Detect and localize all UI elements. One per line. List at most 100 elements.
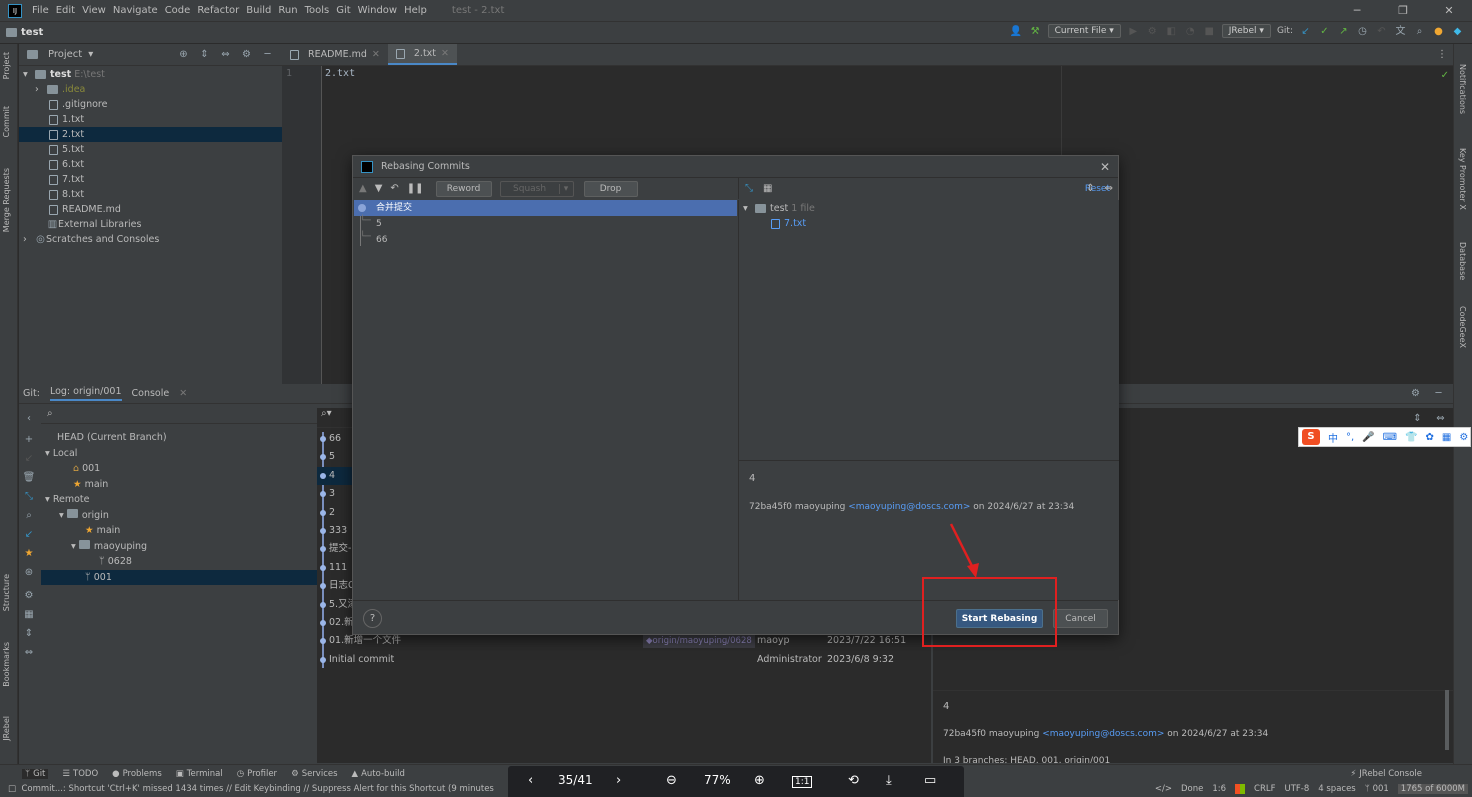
- expand-all-icon[interactable]: ⇕: [1411, 412, 1424, 425]
- tab-console[interactable]: Console: [132, 388, 170, 399]
- translate-icon[interactable]: 文: [1394, 25, 1407, 38]
- apps-grid-icon[interactable]: ▦: [1442, 432, 1451, 443]
- rollback-icon[interactable]: ↶: [1375, 25, 1388, 38]
- reword-button[interactable]: Reword: [435, 180, 492, 197]
- skin-icon[interactable]: 👕: [1405, 432, 1417, 443]
- tree-item-scratches[interactable]: › ◎ Scratches and Consoles: [19, 232, 282, 247]
- close-icon[interactable]: ✕: [372, 49, 380, 60]
- tool-todo[interactable]: ☰ TODO: [62, 769, 98, 779]
- tool-tab-bookmarks[interactable]: Bookmarks: [2, 642, 11, 687]
- tool-tab-codegeex[interactable]: CodeGeeX: [1458, 306, 1467, 348]
- branch-search-input[interactable]: ⌕: [41, 408, 335, 424]
- tool-jrebel-console[interactable]: ⚡ JRebel Console: [1350, 769, 1422, 779]
- tool-tab-jrebel[interactable]: JRebel: [2, 716, 11, 741]
- project-view-select[interactable]: Project: [48, 49, 82, 60]
- git-commit-icon[interactable]: ✓: [1318, 25, 1331, 38]
- rotate-icon[interactable]: ⟲: [848, 773, 859, 788]
- tool-tab-structure[interactable]: Structure: [2, 574, 11, 611]
- ime-mode-label[interactable]: 中: [1328, 430, 1338, 445]
- branch-origin-main[interactable]: ★ main: [41, 523, 335, 539]
- minimize-icon[interactable]: ─: [1334, 0, 1380, 22]
- log-row[interactable]: 01.新增一个文件 ◆origin/maoyuping/0628 maoyp 2023…: [317, 632, 931, 650]
- close-window-icon[interactable]: ✕: [1426, 0, 1472, 22]
- update-icon[interactable]: ↙: [23, 528, 36, 541]
- menu-view[interactable]: View: [82, 5, 106, 16]
- indent-setting[interactable]: 4 spaces: [1318, 784, 1355, 794]
- tool-tab-project[interactable]: Project: [2, 52, 11, 79]
- expand-all-icon[interactable]: ⇕: [1086, 183, 1094, 194]
- collapse-all-icon[interactable]: ⇔: [219, 48, 232, 61]
- cancel-button[interactable]: Cancel: [1053, 609, 1108, 628]
- editor-content[interactable]: 2.txt: [325, 68, 355, 79]
- squash-button[interactable]: Squash ▾: [499, 180, 574, 197]
- no-problems-check-icon[interactable]: ✓: [1441, 70, 1449, 81]
- run-icon[interactable]: ▶: [1127, 25, 1140, 38]
- debug-icon[interactable]: ⚙: [1146, 25, 1159, 38]
- tree-item-file[interactable]: README.md: [19, 202, 282, 217]
- move-down-icon[interactable]: ▼: [375, 183, 383, 194]
- tool-tab-notifications[interactable]: Notifications: [1458, 64, 1467, 114]
- tree-item-file[interactable]: 8.txt: [19, 187, 282, 202]
- keyboard-icon[interactable]: ⌨: [1383, 432, 1397, 443]
- tree-item-idea[interactable]: › .idea: [19, 82, 282, 97]
- author-email-link[interactable]: <maoyuping@doscs.com>: [848, 502, 970, 512]
- run-config-select[interactable]: Current File ▾: [1047, 24, 1121, 38]
- checkout-icon[interactable]: ↙: [23, 452, 36, 465]
- branch-0628[interactable]: ᛘ 0628: [41, 554, 335, 570]
- chevron-down-icon[interactable]: ▾: [45, 448, 50, 459]
- tree-item-file[interactable]: 1.txt: [19, 112, 282, 127]
- branch-folder-maoyuping[interactable]: ▾ maoyuping: [41, 539, 335, 555]
- status-message[interactable]: □ Commit...: Shortcut 'Ctrl+K' missed 14…: [8, 784, 508, 794]
- favorite-star-icon[interactable]: ★: [23, 547, 36, 560]
- chevron-down-icon[interactable]: ▾: [71, 541, 76, 552]
- sogou-logo-icon[interactable]: S: [1302, 429, 1320, 445]
- search-everywhere-icon[interactable]: ⌕: [1413, 25, 1426, 38]
- changes-root[interactable]: ▾ test 1 file: [739, 201, 1119, 216]
- menu-edit[interactable]: Edit: [56, 5, 75, 16]
- delete-icon[interactable]: 🗑: [23, 471, 36, 484]
- menu-window[interactable]: Window: [358, 5, 397, 16]
- branch-head[interactable]: HEAD (Current Branch): [41, 430, 335, 446]
- download-icon[interactable]: ⤓: [886, 773, 892, 788]
- expand-all-icon[interactable]: ⇕: [198, 48, 211, 61]
- hide-icon[interactable]: ─: [261, 48, 274, 61]
- tool-profiler[interactable]: ◷ Profiler: [237, 769, 277, 779]
- tool-tab-merge-requests[interactable]: Merge Requests: [2, 168, 11, 232]
- tool-tab-key-promoter[interactable]: Key Promoter X: [1458, 148, 1467, 210]
- comment-icon[interactable]: ▭: [924, 773, 936, 788]
- tool-services[interactable]: ⚙ Services: [291, 769, 337, 779]
- tool-auto-build[interactable]: ▲ Auto-build: [352, 769, 405, 779]
- author-email-link[interactable]: <maoyuping@doscs.com>: [1042, 729, 1164, 739]
- memory-indicator[interactable]: 1765 of 6000M: [1397, 784, 1468, 794]
- chevron-down-icon[interactable]: ▾: [59, 510, 64, 521]
- menu-file[interactable]: File: [32, 5, 49, 16]
- close-icon[interactable]: ✕: [179, 388, 187, 399]
- codegeex-logo-icon[interactable]: ◆: [1451, 25, 1464, 38]
- editor-tab-2txt[interactable]: 2.txt ✕: [387, 44, 457, 65]
- chevron-right-icon[interactable]: ›: [23, 232, 35, 247]
- stop-icon[interactable]: ■: [1203, 25, 1216, 38]
- undo-icon[interactable]: ↶: [390, 183, 398, 194]
- tab-log[interactable]: Log: origin/001: [49, 386, 122, 401]
- chevron-right-icon[interactable]: ›: [35, 82, 47, 97]
- file-encoding[interactable]: UTF-8: [1284, 784, 1309, 794]
- menu-code[interactable]: Code: [165, 5, 191, 16]
- line-separator[interactable]: CRLF: [1254, 784, 1275, 794]
- locate-icon[interactable]: ⊕: [177, 48, 190, 61]
- tree-item-file[interactable]: 6.txt: [19, 157, 282, 172]
- branch-local-001[interactable]: ⌂ 001: [41, 461, 335, 477]
- dialog-close-icon[interactable]: ✕: [1100, 160, 1110, 174]
- tree-item-gitignore[interactable]: .gitignore: [19, 97, 282, 112]
- settings-gear-icon[interactable]: ⚙: [1459, 432, 1468, 443]
- update-plugin-icon[interactable]: ●: [1432, 25, 1445, 38]
- help-button[interactable]: ?: [363, 609, 382, 628]
- rebase-commit-row-selected[interactable]: 合并提交: [354, 200, 737, 216]
- chevron-down-icon[interactable]: ▾: [45, 494, 50, 505]
- branch-group-remote[interactable]: ▾ Remote: [41, 492, 335, 508]
- tree-item-external-libraries[interactable]: ▥ External Libraries: [19, 217, 282, 232]
- scrollbar[interactable]: [1445, 690, 1449, 750]
- tool-problems[interactable]: ● Problems: [112, 769, 162, 779]
- close-icon[interactable]: ✕: [441, 48, 449, 59]
- menu-navigate[interactable]: Navigate: [113, 5, 158, 16]
- compare-icon[interactable]: ⤡: [23, 490, 36, 503]
